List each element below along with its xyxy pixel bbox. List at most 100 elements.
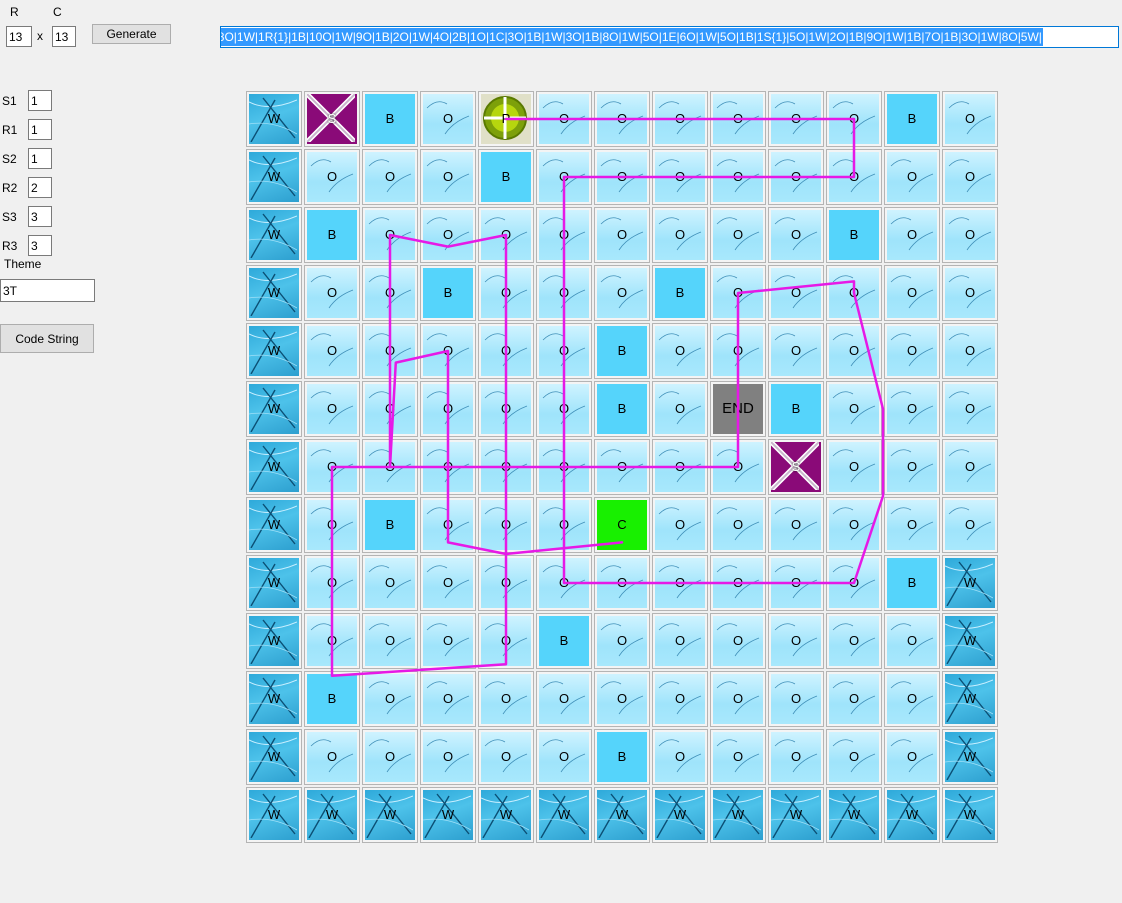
param-input-s1[interactable] <box>28 90 52 111</box>
tile-wall[interactable]: W <box>246 439 302 495</box>
param-input-r3[interactable] <box>28 235 52 256</box>
tile-open[interactable]: O <box>884 207 940 263</box>
tile-open[interactable]: O <box>826 555 882 611</box>
tile-open[interactable]: O <box>420 439 476 495</box>
tile-wall[interactable]: W <box>246 149 302 205</box>
tile-open[interactable]: O <box>420 381 476 437</box>
tile-wall[interactable]: W <box>826 787 882 843</box>
tile-open[interactable]: O <box>304 439 360 495</box>
tile-wall[interactable]: W <box>942 671 998 727</box>
tile-open[interactable]: O <box>304 149 360 205</box>
tile-open[interactable]: O <box>884 323 940 379</box>
tile-open[interactable]: O <box>710 671 766 727</box>
tile-open[interactable]: O <box>594 149 650 205</box>
tile-open[interactable]: O <box>884 149 940 205</box>
tile-wall[interactable]: W <box>246 671 302 727</box>
theme-input[interactable] <box>0 279 95 302</box>
code-string-button[interactable]: Code String <box>0 324 94 353</box>
tile-wall[interactable]: W <box>246 555 302 611</box>
tile-open[interactable]: O <box>826 729 882 785</box>
tile-wall[interactable]: W <box>942 555 998 611</box>
tile-open[interactable]: O <box>768 671 824 727</box>
tile-wall[interactable]: W <box>246 613 302 669</box>
tile-open[interactable]: O <box>652 613 708 669</box>
tile-open[interactable]: O <box>942 497 998 553</box>
tile-open[interactable]: O <box>420 323 476 379</box>
tile-open[interactable]: O <box>942 149 998 205</box>
tile-block[interactable]: B <box>594 729 650 785</box>
tile-open[interactable]: O <box>362 265 418 321</box>
tile-wall[interactable]: W <box>536 787 592 843</box>
tile-open[interactable]: O <box>594 555 650 611</box>
tile-switch[interactable]: S <box>768 439 824 495</box>
tile-block[interactable]: B <box>362 91 418 147</box>
cols-input[interactable] <box>52 26 76 47</box>
tile-open[interactable]: O <box>594 91 650 147</box>
tile-open[interactable]: O <box>594 613 650 669</box>
tile-wall[interactable]: W <box>246 265 302 321</box>
tile-wall[interactable]: W <box>942 613 998 669</box>
tile-open[interactable]: O <box>768 91 824 147</box>
tile-open[interactable]: O <box>478 207 534 263</box>
tile-open[interactable]: O <box>478 381 534 437</box>
tile-open[interactable]: O <box>768 497 824 553</box>
tile-open[interactable]: O <box>420 555 476 611</box>
tile-open[interactable]: O <box>536 265 592 321</box>
tile-wall[interactable]: W <box>246 323 302 379</box>
tile-checkpoint[interactable]: C <box>594 497 650 553</box>
tile-open[interactable]: O <box>304 613 360 669</box>
tile-block[interactable]: B <box>594 381 650 437</box>
tile-open[interactable]: O <box>768 555 824 611</box>
tile-open[interactable]: O <box>942 381 998 437</box>
tile-block[interactable]: B <box>884 91 940 147</box>
tile-open[interactable]: O <box>826 265 882 321</box>
tile-open[interactable]: O <box>536 439 592 495</box>
tile-block[interactable]: B <box>478 149 534 205</box>
tile-open[interactable]: O <box>420 149 476 205</box>
tile-wall[interactable]: W <box>246 207 302 263</box>
tile-open[interactable]: O <box>478 323 534 379</box>
tile-open[interactable]: O <box>942 91 998 147</box>
tile-end[interactable]: END <box>710 381 766 437</box>
tile-open[interactable]: O <box>884 497 940 553</box>
tile-open[interactable]: O <box>826 613 882 669</box>
tile-open[interactable]: O <box>362 671 418 727</box>
tile-wall[interactable]: W <box>884 787 940 843</box>
tile-open[interactable]: O <box>710 613 766 669</box>
tile-wall[interactable]: W <box>942 729 998 785</box>
tile-open[interactable]: O <box>652 671 708 727</box>
tile-block[interactable]: B <box>536 613 592 669</box>
tile-open[interactable]: O <box>536 729 592 785</box>
tile-open[interactable]: O <box>652 207 708 263</box>
tile-open[interactable]: O <box>304 381 360 437</box>
tile-open[interactable]: O <box>652 439 708 495</box>
tile-open[interactable]: O <box>536 323 592 379</box>
tile-open[interactable]: O <box>942 323 998 379</box>
tile-open[interactable]: O <box>478 613 534 669</box>
tile-open[interactable]: O <box>652 381 708 437</box>
tile-open[interactable]: O <box>942 439 998 495</box>
generate-button[interactable]: Generate <box>92 24 171 44</box>
tile-open[interactable]: O <box>362 207 418 263</box>
tile-open[interactable]: O <box>478 555 534 611</box>
tile-open[interactable]: O <box>884 439 940 495</box>
tile-open[interactable]: O <box>710 555 766 611</box>
tile-open[interactable]: O <box>362 729 418 785</box>
code-string-field[interactable]: 3|8O|1W|1R{1}|1B|10O|1W|9O|1B|2O|1W|4O|2… <box>220 26 1119 48</box>
tile-open[interactable]: O <box>884 671 940 727</box>
tile-player[interactable]: P <box>478 91 534 147</box>
tile-open[interactable]: O <box>768 613 824 669</box>
param-input-s2[interactable] <box>28 148 52 169</box>
tile-block[interactable]: B <box>362 497 418 553</box>
tile-open[interactable]: O <box>536 207 592 263</box>
tile-open[interactable]: O <box>362 381 418 437</box>
tile-open[interactable]: O <box>652 497 708 553</box>
tile-open[interactable]: O <box>884 729 940 785</box>
tile-open[interactable]: O <box>362 149 418 205</box>
tile-wall[interactable]: W <box>362 787 418 843</box>
tile-open[interactable]: O <box>884 265 940 321</box>
tile-open[interactable]: O <box>768 323 824 379</box>
tile-open[interactable]: O <box>420 671 476 727</box>
tile-open[interactable]: O <box>536 381 592 437</box>
tile-open[interactable]: O <box>768 149 824 205</box>
